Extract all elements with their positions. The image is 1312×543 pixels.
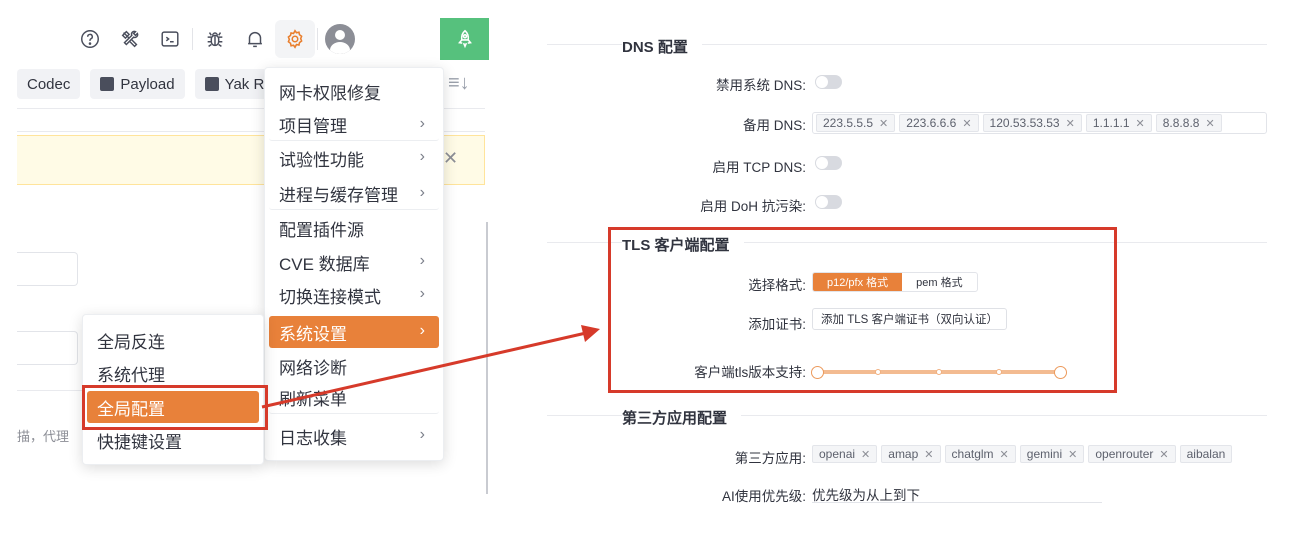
tag-label: openai — [819, 447, 856, 461]
close-icon[interactable]: ✕ — [924, 448, 933, 461]
annotation-box — [608, 227, 1117, 393]
dns-section-title: DNS 配置 — [622, 36, 702, 57]
app-tag: chatglm ✕ — [944, 445, 1016, 463]
tag-label: chatglm — [951, 447, 994, 461]
app-tag: aibalan — [1179, 445, 1233, 463]
doh-switch[interactable] — [815, 195, 842, 209]
doh-label: 启用 DoH 抗污染: — [700, 199, 806, 214]
close-icon[interactable]: ✕ — [879, 117, 888, 130]
tag-label: 223.5.5.5 — [823, 116, 874, 130]
close-icon[interactable]: ✕ — [1068, 448, 1077, 461]
tcp-dns-label: 启用 TCP DNS: — [712, 160, 806, 175]
close-icon[interactable]: ✕ — [1136, 117, 1145, 130]
third-party-apps-list[interactable]: openai ✕ amap ✕ chatglm ✕ gemini ✕ openroute… — [812, 443, 1267, 465]
app-tag: openrouter ✕ — [1088, 445, 1176, 463]
tcp-dns-switch[interactable] — [815, 156, 842, 170]
app-tag: amap ✕ — [881, 445, 941, 463]
close-icon[interactable]: ✕ — [1066, 117, 1075, 130]
close-icon[interactable]: ✕ — [1000, 448, 1009, 461]
dns-tag: 223.5.5.5 ✕ — [816, 114, 896, 132]
dns-tag: 8.8.8.8 ✕ — [1155, 114, 1222, 132]
backup-dns-select[interactable]: 223.5.5.5 ✕ 223.6.6.6 ✕ 120.53.53.53 ✕ 1.1.… — [812, 112, 1267, 134]
ai-priority-label: AI使用优先级: — [721, 489, 806, 504]
disable-system-dns-label: 禁用系统 DNS: — [715, 78, 806, 93]
tag-label: 1.1.1.1 — [1092, 116, 1130, 130]
dns-tag: 223.6.6.6 ✕ — [899, 114, 979, 132]
tag-label: 120.53.53.53 — [989, 116, 1060, 130]
app-tag: gemini ✕ — [1019, 445, 1085, 463]
close-icon[interactable]: ✕ — [1159, 448, 1168, 461]
close-icon[interactable]: ✕ — [1205, 117, 1214, 130]
tag-label: amap — [888, 447, 919, 461]
third-party-section-title: 第三方应用配置 — [622, 407, 742, 428]
disable-system-dns-switch[interactable] — [815, 75, 842, 89]
dns-tag: 1.1.1.1 ✕ — [1085, 114, 1152, 132]
app-tag: openai ✕ — [812, 445, 878, 463]
tag-label: openrouter — [1095, 447, 1154, 461]
close-icon[interactable]: ✕ — [861, 448, 870, 461]
dns-tag: 120.53.53.53 ✕ — [982, 114, 1082, 132]
close-icon[interactable]: ✕ — [962, 117, 971, 130]
tag-label: 223.6.6.6 — [906, 116, 957, 130]
divider — [812, 502, 1102, 503]
third-party-apps-label: 第三方应用: — [734, 451, 806, 466]
backup-dns-label: 备用 DNS: — [742, 118, 806, 133]
tag-label: 8.8.8.8 — [1162, 116, 1200, 130]
tag-label: aibalan — [1186, 447, 1226, 461]
tag-label: gemini — [1026, 447, 1063, 461]
ai-priority-value: 优先级为从上到下 — [812, 488, 920, 503]
